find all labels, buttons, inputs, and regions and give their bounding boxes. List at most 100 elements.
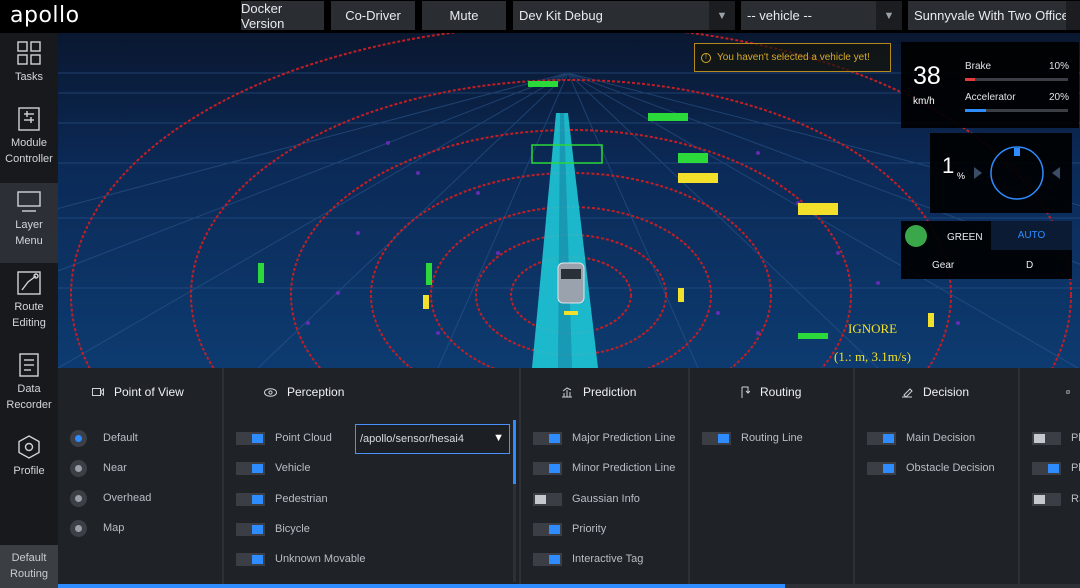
option-label: Default bbox=[103, 432, 138, 444]
toggle-switch[interactable] bbox=[867, 461, 896, 475]
toggle-main-decision[interactable]: Main Decision bbox=[867, 430, 975, 446]
default-routing-button[interactable]: Default Routing bbox=[0, 545, 58, 588]
toggle-switch[interactable] bbox=[236, 431, 265, 445]
toggle-switch[interactable] bbox=[867, 431, 896, 445]
toggle-unknown-movable[interactable]: Unknown Movable bbox=[236, 551, 366, 567]
mode-select-value: Dev Kit Debug bbox=[519, 8, 603, 23]
sidebar-item-tasks[interactable]: Tasks bbox=[0, 41, 58, 103]
radio-button[interactable] bbox=[70, 519, 87, 537]
accelerator-bar-fill bbox=[965, 109, 986, 112]
toggle-priority[interactable]: Priority bbox=[533, 521, 606, 537]
accelerator-label: Accelerator bbox=[965, 92, 1016, 103]
monitor-icon bbox=[17, 191, 41, 212]
mute-button[interactable]: Mute bbox=[422, 1, 506, 30]
toggle-switch[interactable] bbox=[533, 431, 562, 445]
sidebar-item-data-recorder[interactable]: Data Recorder bbox=[0, 353, 58, 425]
option-label: Map bbox=[103, 522, 125, 534]
toggle-point-cloud[interactable]: Point Cloud bbox=[236, 430, 332, 446]
sidebar: Tasks Module Controller Layer Menu Route… bbox=[0, 33, 58, 588]
docker-version-button[interactable]: Docker Version bbox=[241, 1, 324, 31]
toggle-major-prediction-line[interactable]: Major Prediction Line bbox=[533, 430, 675, 446]
radio-button[interactable] bbox=[70, 429, 87, 447]
radio-button[interactable] bbox=[70, 489, 87, 507]
toggle-switch[interactable] bbox=[236, 522, 265, 536]
section-title: Perception bbox=[287, 385, 345, 399]
toggle-switch[interactable] bbox=[533, 492, 562, 506]
sidebar-item-module-controller[interactable]: Module Controller bbox=[0, 107, 58, 179]
vehicle-warning: ! You haven't selected a vehicle yet! bbox=[694, 43, 891, 72]
section-title: Prediction bbox=[583, 385, 637, 399]
sliders-icon bbox=[18, 107, 40, 131]
obstacle-speed-text: (1.: m, 3.1m/s) bbox=[834, 349, 911, 364]
pov-option-near[interactable]: Near bbox=[70, 459, 127, 477]
speed-value: 38 bbox=[913, 62, 941, 90]
perception-scrollbar[interactable] bbox=[513, 420, 516, 582]
pov-option-default[interactable]: Default bbox=[70, 429, 138, 447]
steering-panel: 1 % bbox=[930, 133, 1072, 213]
routing-section: Routing Routing Line bbox=[690, 368, 855, 584]
toggle-bicycle[interactable]: Bicycle bbox=[236, 521, 310, 537]
option-label: Near bbox=[103, 462, 127, 474]
steering-unit: % bbox=[957, 171, 966, 181]
toggle-gaussian-info[interactable]: Gaussian Info bbox=[533, 491, 640, 507]
sidebar-item-layer-menu[interactable]: Layer Menu bbox=[0, 183, 58, 263]
mode-select[interactable]: Dev Kit Debug ▼ bbox=[513, 1, 735, 30]
chevron-down-icon: ▼ bbox=[709, 1, 735, 30]
warning-text: You haven't selected a vehicle yet! bbox=[717, 52, 870, 63]
toggle-switch[interactable] bbox=[533, 461, 562, 475]
toggle-label: Obstacle Decision bbox=[906, 462, 995, 474]
info-icon: ! bbox=[701, 52, 711, 63]
vehicle-select[interactable]: -- vehicle -- ▼ bbox=[741, 1, 902, 30]
toggle-switch[interactable] bbox=[1032, 461, 1061, 475]
pov-option-overhead[interactable]: Overhead bbox=[70, 489, 151, 507]
toggle-label: Unknown Movable bbox=[275, 553, 366, 565]
gear-value: D bbox=[1026, 260, 1034, 271]
drive-mode: AUTO bbox=[991, 221, 1072, 250]
toggle-obstacle-decision[interactable]: Obstacle Decision bbox=[867, 460, 995, 476]
toggle-switch[interactable] bbox=[533, 552, 562, 566]
toggle-planning-1[interactable]: Pl bbox=[1032, 430, 1080, 446]
toggle-planning-3[interactable]: RS bbox=[1032, 491, 1080, 507]
toggle-label: Point Cloud bbox=[275, 432, 332, 444]
steering-value: 1 bbox=[942, 153, 955, 178]
toggle-label: Vehicle bbox=[275, 462, 311, 474]
point-of-view-header: Point of View bbox=[58, 382, 222, 402]
toggle-switch[interactable] bbox=[236, 492, 265, 506]
toggle-minor-prediction-line[interactable]: Minor Prediction Line bbox=[533, 460, 675, 476]
toggle-interactive-tag[interactable]: Interactive Tag bbox=[533, 551, 643, 567]
co-driver-button[interactable]: Co-Driver bbox=[331, 1, 415, 30]
accelerator-percent: 20% bbox=[1048, 92, 1069, 103]
routing-icon bbox=[741, 386, 750, 398]
sidebar-item-label: Layer Menu bbox=[15, 219, 43, 247]
pov-option-map[interactable]: Map bbox=[70, 519, 125, 537]
toggle-switch[interactable] bbox=[702, 431, 731, 445]
toggle-label: Pl bbox=[1071, 462, 1080, 474]
route-icon bbox=[17, 271, 41, 295]
toggle-switch[interactable] bbox=[236, 552, 265, 566]
planning-section: Pl Pl RS bbox=[1020, 368, 1080, 584]
toggle-pedestrian[interactable]: Pedestrian bbox=[236, 491, 328, 507]
toggle-label: Bicycle bbox=[275, 523, 310, 535]
signal-label: GREEN bbox=[947, 232, 983, 243]
toggle-switch[interactable] bbox=[533, 522, 562, 536]
sidebar-item-profile[interactable]: Profile bbox=[0, 435, 58, 485]
camera-icon bbox=[92, 387, 104, 397]
point-cloud-channel-select[interactable]: /apollo/sensor/hesai4 ▼ bbox=[355, 424, 510, 454]
toggle-routing-line[interactable]: Routing Line bbox=[702, 430, 803, 446]
planning-header bbox=[1020, 382, 1080, 402]
section-title: Decision bbox=[923, 385, 970, 399]
decision-icon bbox=[902, 388, 913, 398]
toggle-switch[interactable] bbox=[1032, 431, 1061, 445]
chevron-down-icon: ▼ bbox=[876, 1, 902, 30]
toggle-switch[interactable] bbox=[236, 461, 265, 475]
toggle-planning-2[interactable]: Pl bbox=[1032, 460, 1080, 476]
sidebar-item-route-editing[interactable]: Route Editing bbox=[0, 271, 58, 343]
radio-button[interactable] bbox=[70, 459, 87, 477]
toggle-label: RS bbox=[1071, 493, 1080, 505]
toggle-switch[interactable] bbox=[1032, 492, 1061, 506]
gear-label: Gear bbox=[932, 260, 955, 271]
3d-scene-view[interactable]: IGNORE (1.: m, 3.1m/s) ! You haven't sel… bbox=[58, 33, 1080, 368]
panel-horizontal-scrollbar[interactable] bbox=[58, 584, 1080, 588]
map-select[interactable]: Sunnyvale With Two Offices bbox=[908, 1, 1080, 30]
toggle-vehicle[interactable]: Vehicle bbox=[236, 460, 310, 476]
